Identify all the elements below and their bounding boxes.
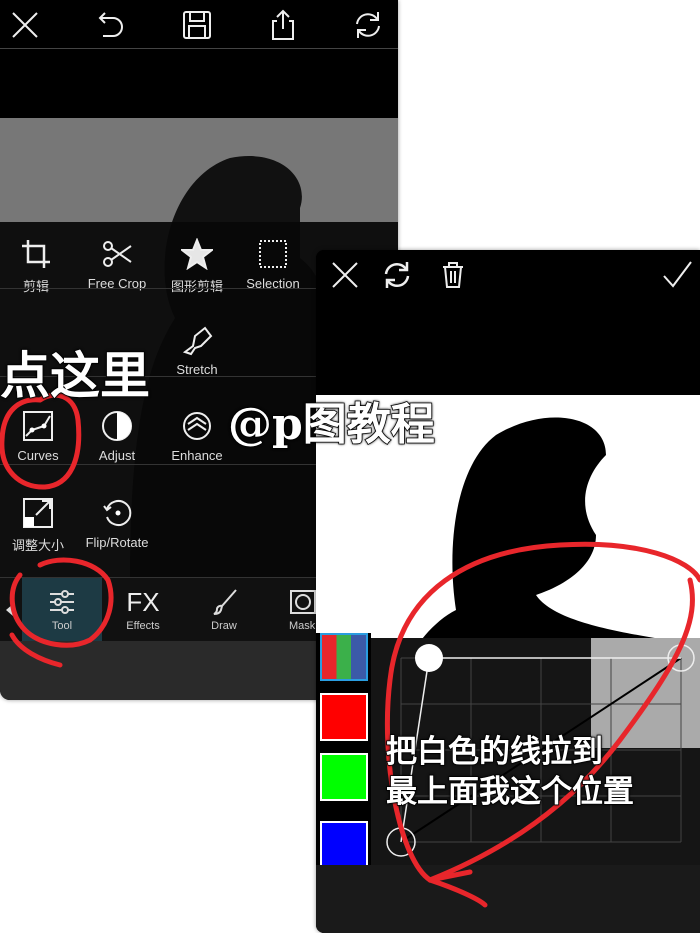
curves-circle-annotation [0, 392, 82, 490]
curve-instruction-circle [384, 541, 700, 883]
click-here-caption: 点这里 [0, 347, 151, 405]
tool-circle-annotation [9, 557, 114, 648]
instruction-line-2: 最上面我这个位置 [385, 773, 635, 810]
circle-arrow-annotation [427, 869, 488, 908]
watermark: @p图教程 [227, 398, 435, 451]
instruction-line-1: 把白色的线拉到 [385, 733, 604, 770]
instruction-caption: 把白色的线拉到 最上面我这个位置 [385, 732, 635, 812]
